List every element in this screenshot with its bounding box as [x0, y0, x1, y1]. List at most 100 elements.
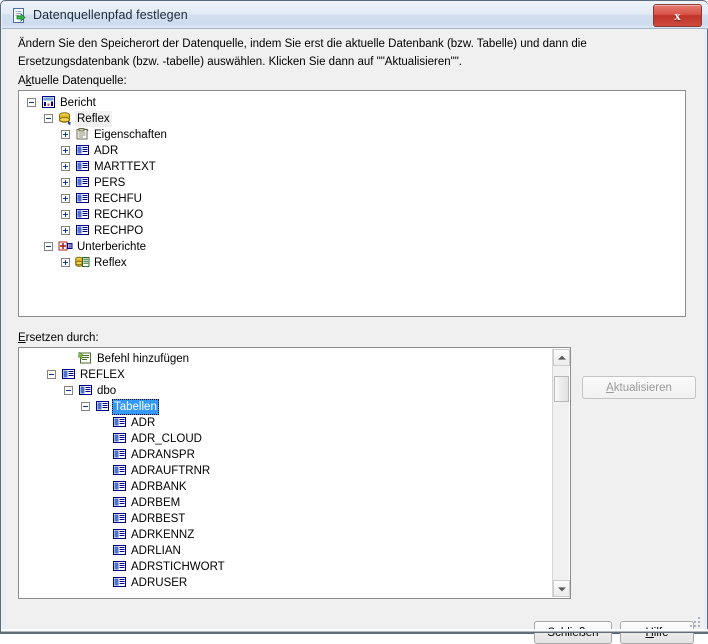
subreport-database-icon [75, 255, 90, 269]
tree-node-label[interactable]: ADRANSPR [129, 447, 197, 463]
tree-node-label[interactable]: ADRKENNZ [129, 527, 196, 543]
tree-node-label[interactable]: Tabellen [112, 399, 159, 415]
tree-node[interactable]: ADR [19, 143, 685, 159]
dialog-window: Datenquellenpfad festlegen x Ändern Sie … [0, 0, 708, 644]
table-icon [112, 511, 127, 525]
table-icon [112, 495, 127, 509]
tree-node-label[interactable]: RECHKO [92, 207, 145, 223]
tree-node[interactable]: ADRBEM [19, 495, 570, 511]
tree-node-label[interactable]: Befehl hinzufügen [95, 351, 191, 367]
collapse-node-icon[interactable] [44, 114, 53, 123]
tree-node[interactable]: ADRANSPR [19, 447, 570, 463]
properties-icon [75, 127, 90, 141]
tree-node-label[interactable]: REFLEX [78, 367, 127, 383]
table-icon [78, 383, 93, 397]
scroll-up-button[interactable] [553, 349, 570, 366]
expand-node-icon[interactable] [61, 210, 70, 219]
replacement-datasource-tree[interactable]: Befehl hinzufügen REFLEX dbo Tabellen ADR ADR… [18, 347, 571, 599]
tree-node[interactable]: RECHKO [19, 207, 685, 223]
datasource-location-icon [13, 8, 26, 23]
tree-node-label[interactable]: ADRLIAN [129, 543, 183, 559]
tree-node-label[interactable]: Eigenschaften [92, 127, 169, 143]
tree-node[interactable]: ADRBEST [19, 511, 570, 527]
table-icon [112, 415, 127, 429]
tree-node[interactable]: PERS [19, 175, 685, 191]
tree-node[interactable]: RECHFU [19, 191, 685, 207]
current-datasource-tree[interactable]: Bericht Reflex Eigenschaften ADR MARTTEXT PER… [18, 90, 686, 317]
expand-node-icon[interactable] [61, 178, 70, 187]
tree-node[interactable]: Reflex [19, 111, 685, 127]
tree-node-label[interactable]: ADRBANK [129, 479, 189, 495]
tree-node-label[interactable]: Bericht [58, 95, 98, 111]
tree-node-label[interactable]: ADR [129, 415, 157, 431]
title-bar[interactable]: Datenquellenpfad festlegen x [2, 2, 708, 29]
collapse-node-icon[interactable] [27, 98, 36, 107]
expand-node-icon[interactable] [61, 226, 70, 235]
tree-node-label[interactable]: RECHPO [92, 223, 145, 239]
tree-node[interactable]: ADRAUFTRNR [19, 463, 570, 479]
tree-node[interactable]: Tabellen [19, 399, 570, 415]
scroll-down-icon [557, 586, 566, 591]
tree-node[interactable]: Reflex [19, 255, 685, 271]
tree-node-label[interactable]: ADRSTICHWORT [129, 559, 227, 575]
tree-node[interactable]: dbo [19, 383, 570, 399]
scrollbar-thumb[interactable] [554, 375, 569, 402]
tree-node[interactable]: ADRKENNZ [19, 527, 570, 543]
tree-node-label[interactable]: ADR_CLOUD [129, 431, 204, 447]
tree-node-label[interactable]: PERS [92, 175, 127, 191]
tree-node[interactable]: ADR [19, 415, 570, 431]
tree-node-label[interactable]: Reflex [75, 111, 112, 127]
table-icon [95, 399, 110, 413]
tree-node[interactable]: REFLEX [19, 367, 570, 383]
tree-node-label[interactable]: MARTTEXT [92, 159, 158, 175]
table-icon [112, 447, 127, 461]
table-icon [75, 191, 90, 205]
scroll-up-icon [557, 355, 566, 360]
table-icon [75, 159, 90, 173]
expand-node-icon[interactable] [61, 130, 70, 139]
close-button[interactable]: x [653, 4, 702, 27]
update-button-label: Aktualisieren [606, 381, 672, 394]
update-button[interactable]: Aktualisieren [582, 376, 696, 399]
dialog-client-area: Ändern Sie den Speicherort der Datenquel… [6, 29, 704, 644]
resize-grip[interactable] [687, 614, 700, 627]
tree-node-label[interactable]: Unterberichte [75, 239, 148, 255]
expand-node-icon[interactable] [61, 146, 70, 155]
collapse-node-icon[interactable] [81, 402, 90, 411]
tree-node[interactable]: Bericht [19, 95, 685, 111]
vertical-scrollbar[interactable] [552, 349, 570, 597]
table-icon [112, 431, 127, 445]
table-icon [112, 527, 127, 541]
current-tree-content: Bericht Reflex Eigenschaften ADR MARTTEXT PER… [19, 91, 685, 316]
collapse-node-icon[interactable] [47, 370, 56, 379]
collapse-node-icon[interactable] [64, 386, 73, 395]
expand-node-icon[interactable] [61, 258, 70, 267]
tree-node[interactable]: ADR_CLOUD [19, 431, 570, 447]
tree-node[interactable]: ADRSTICHWORT [19, 559, 570, 575]
tree-node-label[interactable]: ADRBEM [129, 495, 182, 511]
tree-node-label[interactable]: ADR [92, 143, 120, 159]
tree-node[interactable]: Unterberichte [19, 239, 685, 255]
tree-node[interactable]: MARTTEXT [19, 159, 685, 175]
tree-node[interactable]: Befehl hinzufügen [19, 351, 570, 367]
tree-node-label[interactable]: Reflex [92, 255, 129, 271]
tree-node-label[interactable]: ADRAUFTRNR [129, 463, 212, 479]
tree-node-label[interactable]: ADRBEST [129, 511, 187, 527]
tree-node[interactable]: RECHPO [19, 223, 685, 239]
tree-node-label[interactable]: ADRUSER [129, 575, 189, 591]
scroll-down-button[interactable] [553, 580, 570, 597]
tree-node[interactable]: Eigenschaften [19, 127, 685, 143]
tree-node[interactable]: ADRLIAN [19, 543, 570, 559]
table-icon [75, 207, 90, 221]
tree-node[interactable]: ADRBANK [19, 479, 570, 495]
table-icon [112, 559, 127, 573]
tree-node-label[interactable]: dbo [95, 383, 118, 399]
expand-node-icon[interactable] [61, 162, 70, 171]
expand-node-icon[interactable] [61, 194, 70, 203]
label-current-datasource: Aktuelle Datenquelle: [18, 75, 127, 87]
tree-node-label[interactable]: RECHFU [92, 191, 144, 207]
collapse-node-icon[interactable] [44, 242, 53, 251]
close-icon: x [674, 7, 681, 23]
table-icon [112, 463, 127, 477]
tree-node[interactable]: ADRUSER [19, 575, 570, 591]
